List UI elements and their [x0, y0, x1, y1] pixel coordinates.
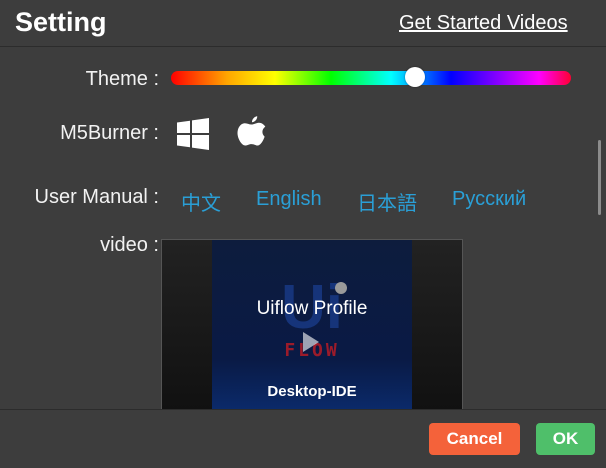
windows-icon[interactable] — [177, 118, 209, 155]
dialog-header: Setting Get Started Videos — [0, 0, 606, 47]
slider-thumb[interactable] — [405, 67, 425, 87]
m5burner-label: M5Burner : — [60, 122, 159, 144]
manual-link-chinese[interactable]: 中文 — [181, 187, 221, 216]
user-manual-label: User Manual : — [34, 186, 160, 208]
apple-icon[interactable] — [236, 115, 267, 156]
manual-link-english[interactable]: English — [256, 188, 322, 211]
ok-button[interactable]: OK — [536, 423, 595, 455]
theme-color-slider[interactable] — [171, 67, 571, 87]
video-title: Uiflow Profile — [256, 298, 368, 319]
cancel-button[interactable]: Cancel — [429, 423, 520, 455]
get-started-videos-link[interactable]: Get Started Videos — [399, 12, 568, 35]
theme-label: Theme : — [85, 68, 159, 90]
manual-link-japanese[interactable]: 日本語 — [357, 187, 417, 216]
manual-link-russian[interactable]: Русский — [452, 188, 526, 211]
logo-dot-icon — [335, 282, 347, 294]
video-player[interactable]: Ui Uiflow Profile FLOW Desktop-IDE — [161, 239, 463, 411]
play-icon[interactable] — [303, 332, 319, 352]
dialog-title: Setting — [15, 7, 107, 37]
dialog-footer: Cancel OK — [0, 409, 606, 468]
dialog-scrollbar[interactable] — [598, 140, 601, 215]
video-subtitle: Desktop-IDE — [267, 383, 357, 400]
settings-dialog: Setting Get Started Videos Theme : M5Bur… — [0, 0, 606, 468]
video-label: video : — [100, 234, 159, 256]
